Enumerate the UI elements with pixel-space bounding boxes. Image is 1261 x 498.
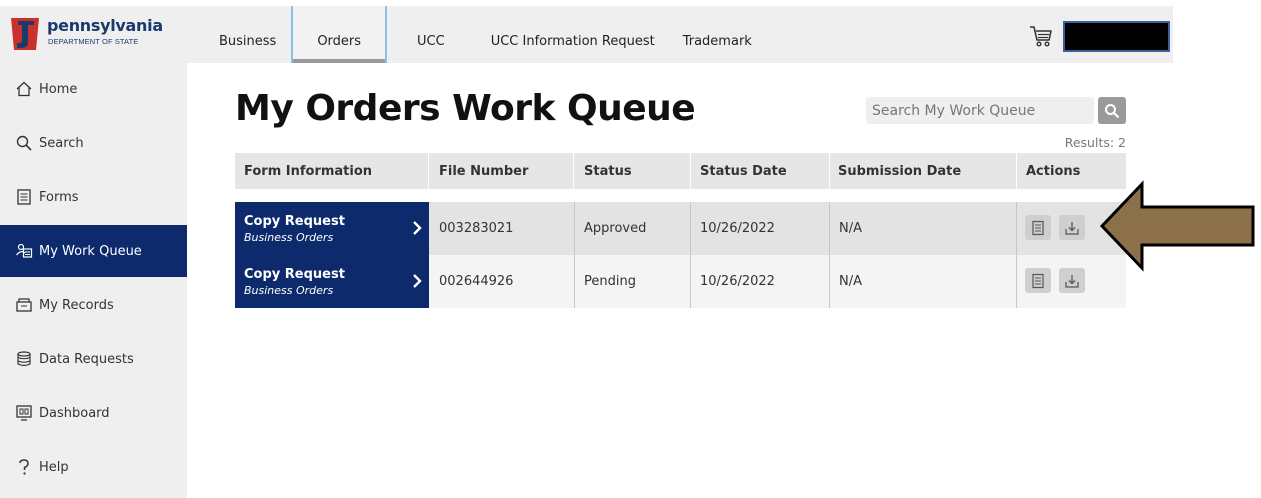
form-subtitle: Business Orders [244,283,334,297]
submission-date-cell: N/A [830,255,1017,308]
sidebar-item-help[interactable]: Help [0,441,187,493]
sidebar-item-forms[interactable]: Forms [0,171,187,223]
status-date-cell: 10/26/2022 [691,255,830,308]
download-icon [1065,274,1079,288]
sidebar-item-label: Data Requests [39,351,134,367]
sidebar-item-label: My Records [39,297,114,313]
sidebar-item-search[interactable]: Search [0,117,187,169]
table-row: Copy Request Business Orders 002644926 P… [235,255,1126,308]
top-navigation: Business Orders UCC UCC Information Requ… [204,6,766,63]
sidebar-item-data-requests[interactable]: Data Requests [0,333,187,385]
document-icon [1032,220,1044,235]
user-account-box[interactable] [1063,21,1170,52]
sidebar-item-home[interactable]: Home [0,63,187,115]
sidebar-item-my-work-queue[interactable]: My Work Queue [0,225,187,277]
download-button[interactable] [1059,215,1085,240]
annotation-arrow-icon [1099,180,1255,272]
file-number-cell: 002644926 [430,255,575,308]
sidebar-item-label: Search [39,135,84,151]
logo-title: pennsylvania [47,16,163,35]
table-row: Copy Request Business Orders 003283021 A… [235,202,1126,255]
page-title: My Orders Work Queue [235,88,696,129]
sidebar-item-label: Help [39,459,69,475]
table-header: Form Information File Number Status Stat… [235,153,1126,189]
forms-icon [17,189,31,205]
pa-dos-logo[interactable]: pennsylvania DEPARTMENT OF STATE [9,16,169,56]
status-cell: Approved [575,202,691,255]
status-cell: Pending [575,255,691,308]
status-date-cell: 10/26/2022 [691,202,830,255]
column-header-status-date[interactable]: Status Date [691,153,830,189]
view-document-button[interactable] [1025,268,1051,293]
search-icon [16,135,32,151]
column-header-submission-date[interactable]: Submission Date [829,153,1017,189]
sidebar-item-label: Home [39,81,78,97]
home-icon [16,81,32,97]
search-icon [1105,103,1120,118]
work-queue-icon [16,243,33,258]
tab-orders[interactable]: Orders [291,6,388,63]
sidebar: Home Search Forms My Work Queue My Recor… [0,63,187,498]
form-information-cell[interactable]: Copy Request Business Orders [235,202,429,255]
form-subtitle: Business Orders [244,230,334,244]
top-header: pennsylvania DEPARTMENT OF STATE Busines… [0,6,1173,63]
column-header-form-information[interactable]: Form Information [235,153,429,189]
download-button[interactable] [1059,268,1085,293]
tab-business[interactable]: Business [204,6,291,63]
sidebar-item-label: My Work Queue [39,243,142,259]
tab-ucc[interactable]: UCC [387,6,468,63]
chevron-right-icon [413,221,422,235]
results-count: Results: 2 [1064,135,1126,150]
help-icon [19,459,29,475]
logo-subtitle: DEPARTMENT OF STATE [48,37,139,46]
view-document-button[interactable] [1025,215,1051,240]
search-button[interactable] [1098,97,1126,124]
column-header-file-number[interactable]: File Number [430,153,574,189]
sidebar-item-dashboard[interactable]: Dashboard [0,387,187,439]
records-icon [16,298,32,312]
form-information-cell[interactable]: Copy Request Business Orders [235,255,429,308]
search-input[interactable] [866,97,1094,124]
column-header-status[interactable]: Status [575,153,691,189]
tab-ucc-information-request[interactable]: UCC Information Request [468,6,669,63]
tab-trademark[interactable]: Trademark [669,6,766,63]
submission-date-cell: N/A [830,202,1017,255]
file-number-cell: 003283021 [430,202,575,255]
app-window: pennsylvania DEPARTMENT OF STATE Busines… [0,0,1173,498]
work-queue-search [866,97,1094,124]
form-title: Copy Request [244,213,345,229]
keystone-logo-icon [11,18,39,50]
download-icon [1065,221,1079,235]
dashboard-icon [16,405,32,421]
chevron-right-icon [413,274,422,288]
sidebar-item-my-records[interactable]: My Records [0,279,187,331]
sidebar-item-label: Dashboard [39,405,110,421]
cart-icon[interactable] [1028,23,1054,49]
database-icon [17,351,31,367]
document-icon [1032,273,1044,288]
sidebar-item-label: Forms [39,189,79,205]
form-title: Copy Request [244,266,345,282]
